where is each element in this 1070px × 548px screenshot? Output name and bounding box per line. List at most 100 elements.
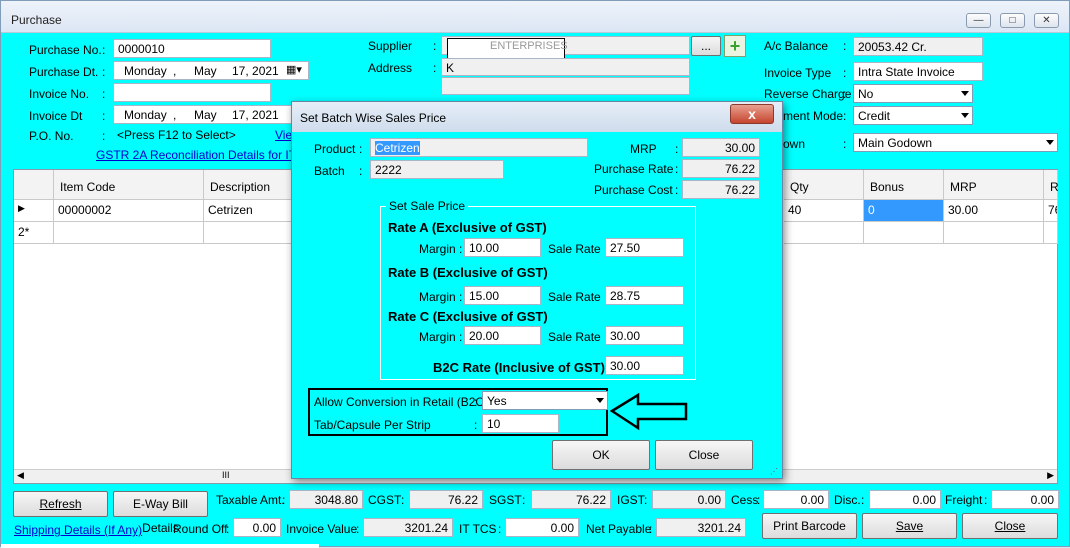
invoice-type-label: Invoice Type [764,66,832,80]
calendar-dropdown-icon[interactable]: ▦▾ [286,63,302,76]
it-tcs-field[interactable]: 0.00 [505,518,579,537]
cgst-value: 76.22 [409,490,483,509]
dialog-title-bar: Set Batch Wise Sales Price x [292,102,782,132]
address-line-1[interactable]: K [441,58,690,76]
resize-grip-icon[interactable]: ⋰ [770,467,778,476]
print-barcode-button[interactable]: Print Barcode [762,513,857,539]
round-off-field[interactable]: 0.00 [233,518,281,537]
b2c-rate-label: B2C Rate (Inclusive of GST): [433,360,610,375]
batch-field[interactable]: 2222 [370,160,504,179]
purchase-cost-label: Purchase Cost [594,183,673,197]
rate-c-sale-field[interactable]: 30.00 [605,326,684,345]
cell-description[interactable]: Cetrizen [204,200,294,222]
net-payable-label: Net Payable [586,522,652,536]
tab-per-strip-label: Tab/Capsule Per Strip [314,418,431,432]
invoice-type-field[interactable]: Intra State Invoice [853,62,983,81]
cell-r[interactable]: 76 [1044,200,1058,222]
it-tcs-label: IT TCS [459,522,497,536]
set-sale-price-title: Set Sale Price [386,199,469,213]
ac-balance-label: A/c Balance [764,39,829,53]
purchase-window: Purchase — □ ✕ Purchase No. : 0000010 Pu… [0,0,1070,548]
purchase-no-label: Purchase No. [29,43,102,57]
invoice-no-field[interactable] [113,83,271,102]
col-r[interactable]: R [1044,170,1059,200]
maximize-button[interactable]: □ [1000,13,1025,28]
rate-a-title: Rate A (Exclusive of GST) [388,220,547,235]
gstr-reconciliation-link[interactable]: GSTR 2A Reconciliation Details for ITC [96,148,305,162]
col-item-code[interactable]: Item Code [54,170,204,200]
cell-mrp[interactable]: 30.00 [944,200,1044,222]
mrp-label: MRP [630,142,657,156]
purchase-no-field[interactable]: 0000010 [113,39,271,58]
payment-mode-select[interactable]: Credit [853,106,973,125]
col-mrp[interactable]: MRP [944,170,1044,200]
invoice-date-picker[interactable]: Monday , May 17, 2021 [113,105,293,124]
rate-c-margin-label: Margin : [419,330,463,344]
minimize-button[interactable]: — [966,13,991,28]
cell-bonus[interactable]: 0 [864,200,944,222]
freight-field[interactable]: 0.00 [991,490,1059,509]
title-bar: Purchase — □ ✕ [1,1,1069,33]
allow-conversion-select[interactable]: Yes [482,391,608,410]
supplier-browse-button[interactable]: ... [691,36,721,56]
invoice-value: 3201.24 [363,518,453,537]
purchase-date-picker[interactable]: Monday , May 17, 2021 ▦▾ [113,61,309,80]
close-button[interactable]: Close [962,513,1058,539]
cess-label: Cess [731,493,759,507]
ok-button[interactable]: OK [552,440,650,470]
rate-a-sale-label: Sale Rate : [548,242,607,256]
payment-mode-label: ment Mode [783,109,844,123]
tab-per-strip-field[interactable]: 10 [482,414,559,433]
b2c-rate-field[interactable]: 30.00 [605,356,684,375]
disc-label: Disc. [834,493,861,507]
refresh-button[interactable]: Refresh [13,491,108,517]
col-bonus[interactable]: Bonus [864,170,944,200]
purchase-cost-value: 76.22 [682,180,760,199]
invoice-no-label: Invoice No. [29,87,90,101]
eway-bill-button[interactable]: E-Way Bill Details [113,491,208,535]
invoice-value-label: Invoice Value [286,522,358,536]
net-payable-value: 3201.24 [656,518,746,537]
arrow-annotation-icon [610,392,688,431]
rate-c-title: Rate C (Exclusive of GST) [388,309,548,324]
cell-qty[interactable]: 40 [784,200,864,222]
po-view-link[interactable]: Vie [275,128,292,142]
purchase-rate-value: 76.22 [682,159,760,178]
add-supplier-icon[interactable]: + [724,35,746,57]
rate-a-margin-field[interactable]: 10.00 [464,238,541,257]
rate-b-title: Rate B (Exclusive of GST) [388,265,548,280]
save-button[interactable]: Save [862,513,957,539]
igst-label: IGST [617,493,646,507]
close-window-button[interactable]: ✕ [1034,13,1059,28]
sgst-label: SGST [489,493,522,507]
po-no-value[interactable]: <Press F12 to Select> [117,128,236,142]
rate-b-margin-label: Margin : [419,290,463,304]
mrp-value: 30.00 [682,138,760,157]
rate-c-margin-field[interactable]: 20.00 [464,326,541,345]
sgst-value: 76.22 [531,490,611,509]
cell-item-code[interactable]: 00000002 [54,200,204,222]
scroll-right-icon[interactable]: ▶ [1047,470,1054,481]
disc-field[interactable]: 0.00 [869,490,941,509]
rate-a-sale-field[interactable]: 27.50 [605,238,684,257]
address-label: Address [368,61,413,75]
godown-label: own [783,137,806,151]
dialog-close-icon[interactable]: x [730,104,774,124]
product-label: Product [314,142,356,156]
batch-label: Batch [314,164,345,178]
reverse-charge-select[interactable]: No [853,84,973,103]
dialog-close-button[interactable]: Close [655,440,753,470]
scroll-left-icon[interactable]: ◀ [17,470,24,481]
rate-b-sale-field[interactable]: 28.75 [605,286,684,305]
address-line-2[interactable] [441,77,690,95]
col-description[interactable]: Description [204,170,294,200]
shipping-details-link[interactable]: Shipping Details (If Any) [14,523,142,537]
batch-sales-price-dialog: Set Batch Wise Sales Price x Product : C… [291,101,783,479]
product-field[interactable]: Cetrizen [370,138,588,157]
cess-field[interactable]: 0.00 [763,490,829,509]
rate-b-sale-label: Sale Rate : [548,290,607,304]
godown-select[interactable]: Main Godown [853,133,1058,152]
invoice-dt-label: Invoice Dt [29,109,83,123]
rate-b-margin-field[interactable]: 15.00 [464,286,541,305]
col-qty[interactable]: Qty [784,170,864,200]
